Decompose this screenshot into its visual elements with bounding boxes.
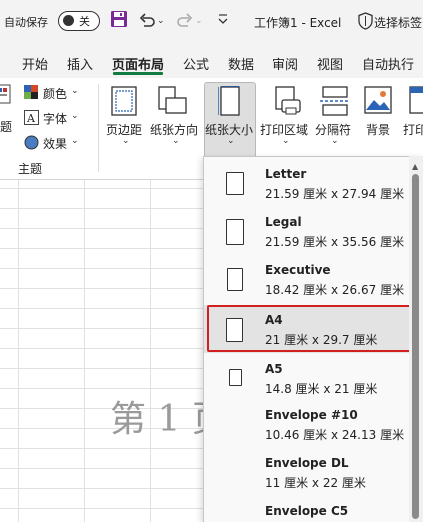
gridline: [0, 348, 203, 349]
paper-size-dims: 11 厘米 x 22 厘米: [265, 476, 366, 490]
gridline: [0, 468, 203, 469]
gridline: [0, 268, 203, 269]
autosave-toggle[interactable]: 关: [58, 11, 100, 31]
gridline: [150, 180, 151, 522]
tab-home[interactable]: 开始: [22, 54, 48, 73]
fonts-button[interactable]: 字体: [43, 110, 67, 127]
paper-size-option-envelope-dl[interactable]: Envelope DL 11 厘米 x 22 厘米: [204, 449, 409, 497]
page-icon: [226, 219, 244, 245]
title-bar: 自动保存 关 ⌄ ⌄ 工作簿1 - Excel 选择标签: [0, 0, 423, 44]
customize-qat-icon[interactable]: [216, 12, 230, 26]
page-icon: [226, 172, 244, 195]
paper-size-name: Envelope C5: [265, 504, 349, 518]
themes-icon[interactable]: [0, 84, 12, 106]
paper-size-option-executive[interactable]: Executive 18.42 厘米 x 26.67 厘米: [204, 253, 409, 301]
colors-chevron-icon[interactable]: ⌄: [71, 86, 79, 96]
margins-chevron-icon[interactable]: ⌄: [122, 136, 130, 146]
gridline: [18, 180, 19, 522]
gridline: [0, 228, 203, 229]
print-area-chevron-icon[interactable]: ⌄: [282, 136, 290, 146]
print-titles-icon[interactable]: [408, 86, 423, 114]
redo-icon[interactable]: [176, 10, 194, 28]
paper-size-dims: 14.8 厘米 x 21 厘米: [265, 382, 378, 396]
tab-data[interactable]: 数据: [228, 54, 254, 73]
fonts-icon[interactable]: A: [24, 110, 39, 125]
autosave-label: 自动保存: [4, 16, 48, 29]
gridline: [0, 308, 203, 309]
gridline: [0, 368, 203, 369]
paper-size-name: A5: [265, 362, 283, 376]
gridline: [0, 388, 203, 389]
scroll-thumb[interactable]: [412, 174, 419, 519]
document-title: 工作簿1 - Excel: [254, 16, 342, 30]
scroll-up-icon[interactable]: ▲: [412, 162, 418, 171]
autosave-state: 关: [79, 15, 90, 28]
paper-size-name: Envelope DL: [265, 456, 349, 470]
effects-button[interactable]: 效果: [43, 135, 67, 152]
themes-group-label: 主题: [18, 162, 43, 176]
fonts-chevron-icon[interactable]: ⌄: [71, 111, 79, 121]
orientation-icon[interactable]: [158, 86, 188, 116]
tab-review[interactable]: 审阅: [272, 54, 298, 73]
undo-chevron-icon[interactable]: ⌄: [157, 16, 165, 26]
save-icon[interactable]: [110, 10, 128, 28]
breaks-icon[interactable]: [320, 86, 350, 116]
group-separator: [98, 84, 99, 172]
shield-icon: [358, 12, 373, 30]
paper-size-name: Envelope #10: [265, 408, 358, 422]
tab-view[interactable]: 视图: [317, 54, 343, 73]
gridline: [0, 288, 203, 289]
paper-size-dims: 10.46 厘米 x 24.13 厘米: [265, 428, 405, 442]
gridline: [0, 488, 203, 489]
orientation-chevron-icon[interactable]: ⌄: [172, 136, 180, 146]
toggle-knob: [63, 15, 74, 26]
paper-size-name: Legal: [265, 215, 302, 229]
paper-size-name: Letter: [265, 167, 307, 181]
page-icon: [229, 369, 242, 386]
breaks-chevron-icon[interactable]: ⌄: [331, 136, 339, 146]
print-area-icon[interactable]: [272, 86, 302, 116]
gridline: [0, 208, 203, 209]
paper-size-dims: 18.42 厘米 x 26.67 厘米: [265, 283, 405, 297]
page-icon: [227, 268, 243, 291]
paper-size-option-legal[interactable]: Legal 21.59 厘米 x 35.56 厘米: [204, 205, 409, 253]
active-tab-indicator: [113, 72, 163, 75]
gridline: [0, 188, 203, 189]
colors-icon[interactable]: [24, 85, 39, 100]
paper-size-dims: 21.59 厘米 x 35.56 厘米: [265, 235, 405, 249]
tab-insert[interactable]: 插入: [67, 54, 93, 73]
paper-size-option-envelope-10[interactable]: Envelope #10 10.46 厘米 x 24.13 厘米: [204, 401, 409, 449]
gridline: [84, 180, 85, 522]
print-titles-button[interactable]: 打印: [403, 121, 423, 138]
gridline: [0, 328, 203, 329]
svg-text:A: A: [26, 112, 36, 125]
tab-automate[interactable]: 自动执行: [362, 54, 414, 73]
paper-size-option-letter[interactable]: Letter 21.59 厘米 x 27.94 厘米: [204, 157, 409, 205]
redo-chevron-icon[interactable]: ⌄: [195, 16, 203, 26]
paper-size-option-envelope-c5[interactable]: Envelope C5: [204, 497, 409, 522]
paper-size-option-a5[interactable]: A5 14.8 厘米 x 21 厘米: [204, 355, 409, 403]
undo-icon[interactable]: [138, 10, 156, 28]
tab-page-layout[interactable]: 页面布局: [112, 54, 164, 73]
colors-button[interactable]: 颜色: [43, 85, 67, 102]
themes-label[interactable]: 题: [0, 118, 12, 135]
background-button[interactable]: 背景: [366, 121, 390, 138]
background-icon[interactable]: [364, 86, 392, 114]
paper-size-dims: 21.59 厘米 x 27.94 厘米: [265, 187, 405, 201]
paper-size-name: Executive: [265, 263, 331, 277]
effects-icon[interactable]: [24, 135, 39, 150]
ribbon-tabs: 开始 插入 页面布局 公式 数据 审阅 视图 自动执行: [0, 44, 423, 78]
margins-icon[interactable]: [111, 86, 137, 116]
tab-formulas[interactable]: 公式: [183, 54, 209, 73]
selected-option-highlight: [207, 305, 416, 352]
effects-chevron-icon[interactable]: ⌄: [71, 136, 79, 146]
gridline: [0, 508, 203, 509]
gridline: [0, 248, 203, 249]
paper-size-chevron-icon[interactable]: ⌄: [227, 136, 235, 146]
gridline: [0, 448, 203, 449]
dropdown-scrollbar[interactable]: ▲: [409, 156, 423, 522]
paper-size-icon[interactable]: [218, 86, 242, 116]
sensitivity-label[interactable]: 选择标签: [374, 14, 422, 31]
